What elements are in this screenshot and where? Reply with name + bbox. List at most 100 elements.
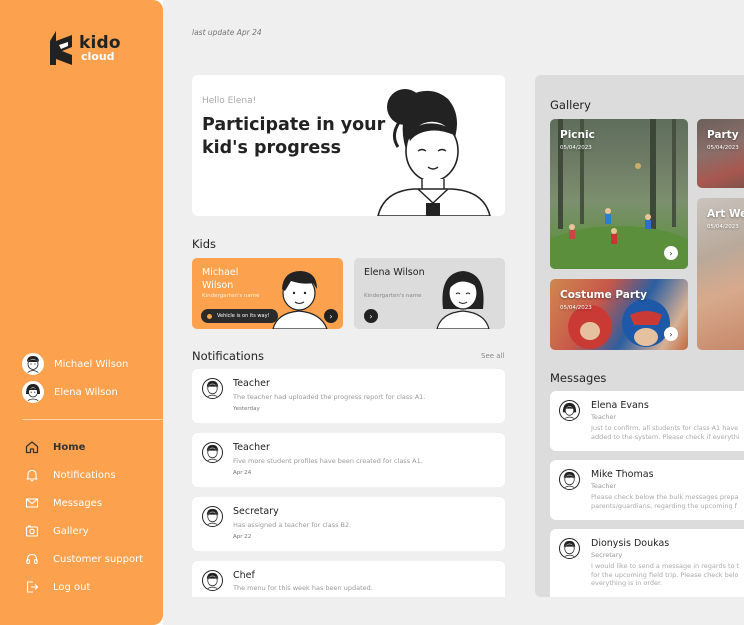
notification-item[interactable]: Secretary Has assigned a teacher for cla… [192,497,505,551]
gallery-item-date: 05/04/2023 [560,145,592,151]
nav-item-messages[interactable]: Messages [24,489,143,517]
vehicle-status-text: Vehicle is on its way! [217,313,270,319]
notification-title: Secretary [233,506,279,517]
message-preview-line: for the upcoming field trip. Please chec… [591,570,739,579]
avatar [559,469,580,490]
avatar [559,400,580,421]
gallery-item-date: 05/04/2023 [707,145,739,151]
brand-logo[interactable]: kido cloud [46,29,121,67]
chevron-right-icon: › [369,311,373,321]
sidebar: kido cloud Michael Wilson Elena Wilson H… [0,0,163,625]
nav-label: Home [53,441,86,453]
gallery-item-art[interactable]: Art We 05/04/2023 [697,198,744,350]
sidebar-divider [22,419,163,420]
gallery-item-costume-party[interactable]: Costume Party 05/04/2023 › [550,279,688,350]
message-preview-line: added to the system. Please check if eve… [591,432,740,441]
message-preview-line: Please check below the bulk messages pre… [591,493,739,501]
gallery-item-picnic[interactable]: Picnic 05/04/2023 › [550,119,688,269]
chevron-right-icon: › [669,248,673,258]
notification-body: Has assigned a teacher for class B2. [233,521,352,529]
gallery-item-name: Picnic [560,129,595,141]
notification-body: The teacher had uploaded the progress re… [233,393,426,401]
notification-item[interactable]: Chef The menu for this week has been upd… [192,561,505,597]
kid-card-open-button[interactable]: › [324,309,338,323]
message-item[interactable]: Elena Evans Teacher Just to confirm, all… [550,391,744,451]
sidebar-kid-elena[interactable]: Elena Wilson [22,378,128,406]
avatar [202,378,223,399]
welcome-hero-card: Hello Elena! Participate in your kid's p… [192,75,505,216]
home-icon [24,439,40,455]
kido-logo-icon [50,31,72,65]
nav-item-logout[interactable]: Log out [24,573,143,601]
mail-icon [24,495,40,511]
message-sender: Dionysis Doukas [591,538,670,549]
kid-card-michael[interactable]: Michael Wilson Kindergarten's name Vehic… [192,258,343,329]
sidebar-kid-name: Michael Wilson [54,358,129,370]
main-content: last update Apr 24 Hello Elena! Particip… [163,0,744,625]
notification-title: Chef [233,570,255,581]
gallery-section-title: Gallery [550,98,591,112]
girl-illustration-icon [377,89,491,216]
message-role: Teacher [591,413,617,421]
gallery-item-name: Art We [707,208,744,220]
notification-item[interactable]: Teacher Five more student profiles have … [192,433,505,487]
message-preview-line: everything is in order. [591,579,663,587]
nav-label: Messages [53,497,103,509]
sidebar-kid-name: Elena Wilson [54,386,118,398]
hero-greeting: Hello Elena! [202,96,257,106]
notification-body: Five more student profiles have been cre… [233,457,423,465]
kid-card-name: Elena Wilson [364,267,425,278]
see-all-link[interactable]: See all [481,352,504,360]
nav-item-home[interactable]: Home [24,433,143,461]
gallery-item-name: Party [707,129,739,141]
message-preview: I would like to send a message in regard… [591,562,744,588]
gallery-open-button[interactable]: › [664,327,678,341]
nav-label: Customer support [53,553,144,565]
message-item[interactable]: Dionysis Doukas Secretary I would like t… [550,529,744,597]
gallery-item-party[interactable]: Party 05/04/2023 [697,119,744,188]
message-sender: Mike Thomas [591,469,654,480]
kid-card-open-button[interactable]: › [364,309,378,323]
nav-item-customer-support[interactable]: Customer support [24,545,143,573]
hero-title: Participate in your kid's progress [202,115,386,158]
nav-item-gallery[interactable]: Gallery [24,517,143,545]
avatar [202,442,223,463]
notification-time: Apr 24 [233,470,252,476]
notifications-section-title: Notifications [192,349,264,363]
nav-item-notifications[interactable]: Notifications [24,461,143,489]
kid-card-school: Kindergarten's name [364,293,422,299]
notification-item[interactable]: Teacher The teacher had uploaded the pro… [192,369,505,423]
logout-icon [24,579,40,595]
last-update-text: last update Apr 24 [192,28,262,37]
bell-icon [24,467,40,483]
notification-title: Teacher [233,442,270,453]
brand-name: kido [79,32,121,53]
avatar [22,353,44,375]
message-preview: Just to confirm, all students for class … [591,424,744,441]
message-role: Teacher [591,482,617,490]
avatar [202,506,223,527]
headset-icon [24,551,40,567]
girl-illustration-icon [436,271,490,329]
nav-label: Log out [53,581,91,593]
nav-label: Notifications [53,469,116,481]
notification-time: Apr 22 [233,534,252,540]
sidebar-kid-michael[interactable]: Michael Wilson [22,350,128,378]
avatar [559,538,580,559]
notification-title: Teacher [233,378,270,389]
kid-card-elena[interactable]: Elena Wilson Kindergarten's name › [354,258,505,329]
notification-time: Yesterday [233,406,260,412]
kid-card-name: Michael Wilson [202,267,239,291]
message-preview-line: parents/guardians, regarding the upcomin… [591,501,737,510]
kids-section-title: Kids [192,237,217,251]
gallery-open-button[interactable]: › [664,246,678,260]
sidebar-kids-list: Michael Wilson Elena Wilson [22,350,128,406]
app-window: kido cloud Michael Wilson Elena Wilson H… [0,0,744,625]
chevron-right-icon: › [329,311,333,321]
gallery-item-date: 05/04/2023 [560,305,592,311]
message-item[interactable]: Mike Thomas Teacher Please check below t… [550,460,744,520]
vehicle-status-pill: Vehicle is on its way! [201,309,278,323]
gallery-icon [24,523,40,539]
notification-body: The menu for this week has been updated. [233,584,373,592]
sidebar-nav: Home Notifications Messages Gallery Cust… [24,433,143,601]
